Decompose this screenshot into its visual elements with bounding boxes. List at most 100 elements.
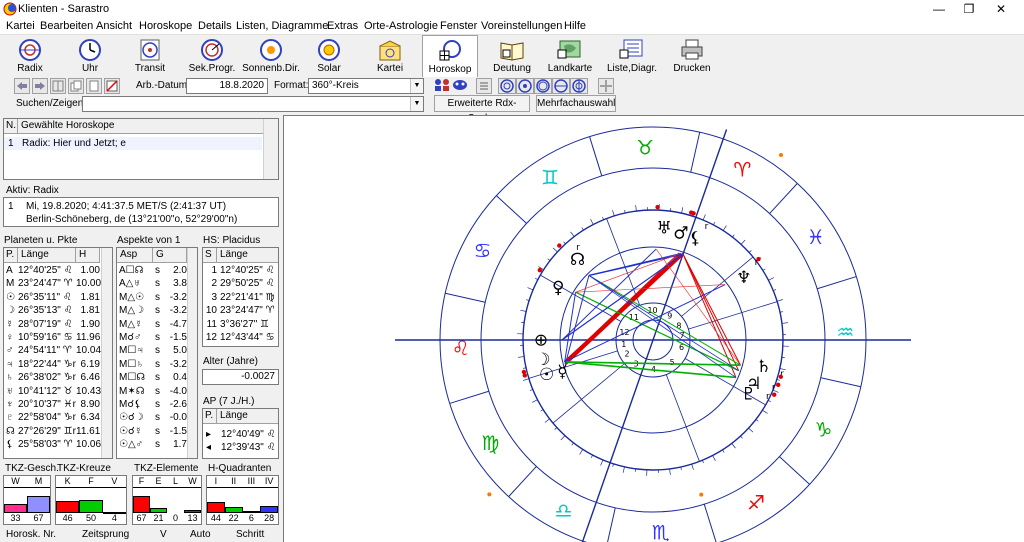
menu-extras[interactable]: Extras — [327, 20, 358, 32]
aspects-header-asp[interactable]: Asp — [117, 248, 153, 263]
planets-header-laenge[interactable]: Länge — [18, 248, 76, 263]
toolbar-landkarte-button[interactable]: Landkarte — [542, 35, 598, 77]
arb-datum-input[interactable]: 18.8.2020 — [186, 78, 268, 94]
tool-button-3[interactable] — [86, 78, 102, 94]
wheel-mode-button-5[interactable] — [570, 78, 588, 94]
toolbar-kartei-button[interactable]: Kartei — [362, 35, 418, 77]
extended-search-button[interactable]: Erweiterte Rdx-Suche — [434, 95, 530, 124]
menu-hilfe[interactable]: Hilfe — [564, 20, 586, 32]
wheel-mode-button-1[interactable] — [498, 78, 516, 94]
table-row[interactable]: M 23°24'47" ♈ 10.00 — [4, 277, 101, 290]
menu-orte-astrologie[interactable]: Orte-Astrologie — [364, 20, 438, 32]
table-row[interactable]: ☿ 28°07'19" ♌ 1.90 — [4, 318, 101, 331]
table-row[interactable]: 12 12°43'44" ♋ — [203, 331, 278, 344]
table-row[interactable]: ☊ 27°26'29" ♊r 11.61 — [4, 425, 101, 438]
table-row[interactable]: 1 12°40'25" ♌ — [203, 264, 278, 277]
tkz-bar — [4, 504, 27, 513]
table-row[interactable]: A☐☊ s 2.0 — [117, 264, 188, 277]
tool-button-4[interactable] — [104, 78, 120, 94]
ap-header-p[interactable]: P. — [203, 409, 217, 424]
forward-arrow-button[interactable] — [32, 78, 48, 94]
no-edit-icon — [106, 80, 118, 92]
toolbar-deutung-button[interactable]: Deutung — [486, 35, 538, 77]
crosshair-button[interactable] — [598, 78, 614, 94]
table-row[interactable]: ♆ 20°10'37" ♓r 8.90 — [4, 398, 101, 411]
wheel-mode-button-2[interactable] — [516, 78, 534, 94]
wheel-mode-button-3[interactable] — [534, 78, 552, 94]
table-row[interactable]: ⚸ 25°58'03" ♈ 10.06 — [4, 438, 101, 451]
menu-ansicht[interactable]: Ansicht — [96, 20, 132, 32]
aspects-scrollbar[interactable] — [187, 248, 197, 458]
format-select[interactable]: 360°-Kreis ▼ — [308, 78, 424, 94]
planets-scrollbar[interactable] — [101, 248, 112, 458]
toolbar-liste-diagr-button[interactable]: Liste,Diagr. — [604, 35, 660, 77]
multi-select-button[interactable]: Mehrfachauswahl — [536, 95, 616, 112]
close-button[interactable]: ✕ — [978, 0, 1024, 18]
table-row[interactable]: M△☽ s -3.2 — [117, 304, 188, 317]
ap-header-laenge[interactable]: Länge — [217, 409, 278, 424]
table-row[interactable]: ♄ 26°38'02" ♑r 6.46 — [4, 371, 101, 384]
menu-bearbeiten[interactable]: Bearbeiten — [40, 20, 93, 32]
menu-horoskope[interactable]: Horoskope — [139, 20, 192, 32]
toolbar-sek-progr-button[interactable]: Sek.Progr. — [184, 35, 240, 77]
tool-button-1[interactable] — [50, 78, 66, 94]
table-row[interactable]: M☐♄ s -3.2 — [117, 358, 188, 371]
table-row[interactable]: 11 3°36'27" ♊ — [203, 318, 278, 331]
table-row[interactable]: ♃ 18°22'44" ♑r 6.19 — [4, 358, 101, 371]
alter-value[interactable]: -0.0027 — [202, 369, 279, 385]
aspects-header-g[interactable]: G — [153, 248, 187, 263]
table-row[interactable]: ♇ 22°58'04" ♑r 6.34 — [4, 411, 101, 424]
horoscope-chart-area[interactable]: ♈♉♊♋♌♍♎♏♐♑♒♓123456789101112☉☽☿♀♂♃♄♅♆♇☊⚸⊕… — [283, 115, 1024, 542]
menu-fenster[interactable]: Fenster — [440, 20, 477, 32]
table-row[interactable]: ♀ 10°59'16" ♋ 11.96 — [4, 331, 101, 344]
list-header-n[interactable]: N. — [4, 119, 18, 134]
list-scrollbar[interactable] — [263, 119, 278, 179]
table-row[interactable]: M☐☊ s 0.4 — [117, 371, 188, 384]
table-row[interactable]: M☌♂ s -1.5 — [117, 331, 188, 344]
table-row[interactable]: 2 29°50'25" ♌ — [203, 277, 278, 290]
menu-voreinstellungen[interactable]: Voreinstellungen — [481, 20, 562, 32]
back-arrow-button[interactable] — [14, 78, 30, 94]
list-header-horoscopes[interactable]: Gewählte Horoskope — [18, 119, 264, 134]
toolbar-transit-button[interactable]: Transit — [124, 35, 176, 77]
table-row[interactable]: ☉☌☿ s -1.5 — [117, 425, 188, 438]
table-row[interactable]: ▸ 12°40'49" ♌ — [203, 428, 278, 441]
table-row[interactable]: M☐♃ s 5.0 — [117, 344, 188, 357]
table-row[interactable]: M✶☊ s -4.0 — [117, 385, 188, 398]
wheel-mode-button-4[interactable] — [552, 78, 570, 94]
table-row[interactable]: ◂ 12°39'43" ♌ — [203, 441, 278, 454]
planets-header-p[interactable]: P. — [4, 248, 18, 263]
menu-kartei[interactable]: Kartei — [6, 20, 35, 32]
planets-header-h[interactable]: H — [76, 248, 100, 263]
houses-header-s[interactable]: S — [203, 248, 217, 263]
table-row[interactable]: A△♅ s 3.8 — [117, 277, 188, 290]
tool-button-2[interactable] — [68, 78, 84, 94]
chart-style-button-2[interactable] — [452, 78, 468, 94]
chart-style-button-1[interactable] — [434, 78, 450, 94]
table-row[interactable]: ☉ 26°35'11" ♌ 1.81 — [4, 291, 101, 304]
chart-style-button-3[interactable] — [476, 78, 492, 94]
toolbar-drucken-button[interactable]: Drucken — [666, 35, 718, 77]
toolbar-solar-button[interactable]: Solar — [306, 35, 352, 77]
toolbar-sonnenb-dir-button[interactable]: Sonnenb.Dir. — [240, 35, 302, 77]
menu-listen-diagramme[interactable]: Listen, Diagramme — [236, 20, 328, 32]
table-row[interactable]: ♂ 24°54'11" ♈ 10.04 — [4, 344, 101, 357]
table-row[interactable]: M△☿ s -4.7 — [117, 318, 188, 331]
list-item[interactable]: 1 Radix: Hier und Jetzt; e — [4, 137, 262, 150]
toolbar-radix-button[interactable]: Radix — [4, 35, 56, 77]
table-row[interactable]: 3 22°21'41" ♍ — [203, 291, 278, 304]
search-input[interactable]: ▼ — [82, 96, 424, 112]
menu-details[interactable]: Details — [198, 20, 232, 32]
table-row[interactable]: ☉☌☽ s -0.0 — [117, 411, 188, 424]
toolbar-horoskop-button[interactable]: Horoskop — [422, 35, 478, 77]
horoscope-wheel[interactable]: ♈♉♊♋♌♍♎♏♐♑♒♓123456789101112☉☽☿♀♂♃♄♅♆♇☊⚸⊕… — [284, 116, 1024, 542]
table-row[interactable]: 10 23°24'47" ♈ — [203, 304, 278, 317]
table-row[interactable]: M△☉ s -3.2 — [117, 291, 188, 304]
toolbar-uhr-button[interactable]: Uhr — [64, 35, 116, 77]
houses-header-laenge[interactable]: Länge — [217, 248, 278, 263]
table-row[interactable]: ♅ 10°41'12" ♉ 10.43 — [4, 385, 101, 398]
table-row[interactable]: A 12°40'25" ♌ 1.00 — [4, 264, 101, 277]
table-row[interactable]: M☌⚸ s -2.6 — [117, 398, 188, 411]
table-row[interactable]: ☉△♂ s 1.7 — [117, 438, 188, 451]
table-row[interactable]: ☽ 26°35'13" ♌ 1.81 — [4, 304, 101, 317]
